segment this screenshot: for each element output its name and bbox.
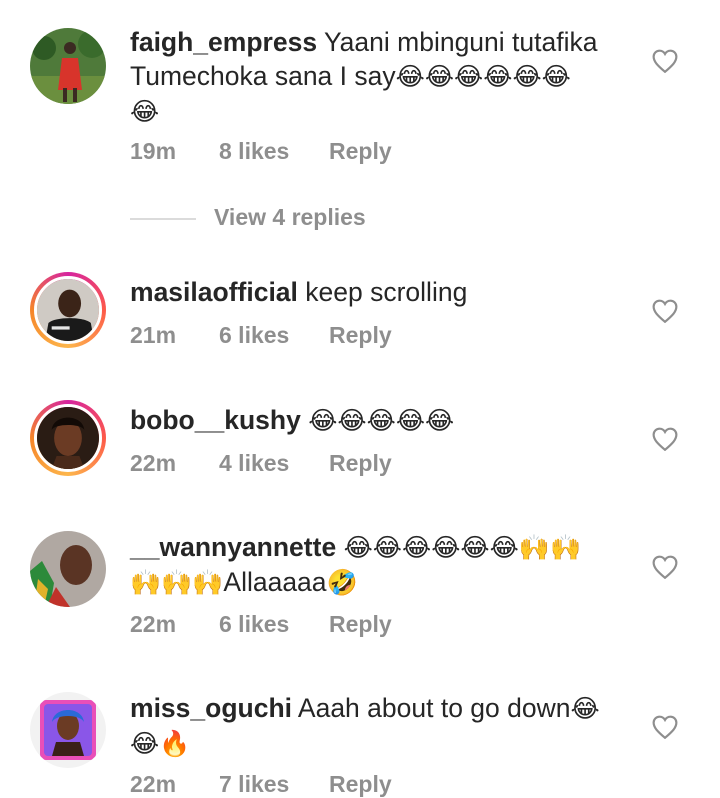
reply-button[interactable]: Reply [329,322,392,349]
comment-emoji: 😂😂😂😂😂😂 [395,62,571,91]
comment-username[interactable]: __wannyannette [130,532,336,562]
comment-emoji: 😂 [130,97,160,126]
comment-meta: 22m 7 likes Reply [130,771,392,798]
comment-time: 22m [130,450,177,476]
comment-text: Allaaaaa [223,567,327,597]
comment-body: masilaofficial keep scrolling [130,275,630,309]
comment-emoji: 😂😂😂😂😂😂🙌🙌 [343,533,582,562]
comment-text: Yaani mbinguni tutafika [323,27,598,57]
reply-button[interactable]: Reply [329,138,392,165]
comment-likes[interactable]: 4 likes [219,450,329,477]
comment-username[interactable]: bobo__kushy [130,405,301,435]
heart-outline-icon[interactable] [652,555,678,579]
comment-time: 21m [130,322,177,348]
heart-outline-icon[interactable] [652,427,678,451]
reply-button[interactable]: Reply [329,611,392,638]
comment-time: 19m [130,138,177,164]
comment-likes[interactable]: 6 likes [219,611,329,638]
replies-divider [130,218,196,220]
avatar-masilaofficial[interactable] [30,272,106,348]
heart-outline-icon[interactable] [652,715,678,739]
comment-emoji: 😂🔥 [130,729,191,758]
comment-text: Tumechoka sana I say [130,61,396,91]
comment-body: __wannyannette 😂😂😂😂😂😂🙌🙌 🙌🙌🙌Allaaaaa🤣 [130,530,630,600]
avatar-faigh-empress[interactable] [30,28,106,104]
avatar-image [34,404,102,472]
heart-outline-icon[interactable] [652,49,678,73]
avatar-wannyannette[interactable] [30,531,106,607]
view-replies-label[interactable]: View 4 replies [214,204,366,231]
avatar-miss-oguchi[interactable] [30,692,106,768]
comment-meta: 21m 6 likes Reply [130,322,392,349]
comment-meta: 19m 8 likes Reply [130,138,392,165]
comment-emoji: 😂 [570,694,600,723]
comment-text: Aaah about to go down [297,693,571,723]
comment-emoji: 😂😂😂😂😂 [308,406,455,435]
comment-likes[interactable]: 8 likes [219,138,329,165]
comment-meta: 22m 4 likes Reply [130,450,392,477]
comment-text: keep scrolling [305,277,468,307]
comment-likes[interactable]: 6 likes [219,322,329,349]
comment-body: miss_oguchi Aaah about to go down😂 😂🔥 [130,691,630,761]
avatar-image [30,692,106,768]
heart-outline-icon[interactable] [652,299,678,323]
comment-username[interactable]: miss_oguchi [130,693,292,723]
reply-button[interactable]: Reply [329,771,392,798]
avatar-image [30,531,106,607]
comment-time: 22m [130,771,177,797]
comment-body: faigh_empress Yaani mbinguni tutafika Tu… [130,25,630,129]
avatar-image [34,276,102,344]
reply-button[interactable]: Reply [329,450,392,477]
comment-emoji: 🤣 [326,568,358,597]
avatar-bobo-kushy[interactable] [30,400,106,476]
comment-emoji: 🙌🙌🙌 [130,568,224,597]
comment-body: bobo__kushy 😂😂😂😂😂 [130,403,630,438]
avatar-image [30,28,106,104]
comment-username[interactable]: faigh_empress [130,27,317,57]
comment-time: 22m [130,611,177,637]
comment-username[interactable]: masilaofficial [130,277,298,307]
comment-meta: 22m 6 likes Reply [130,611,392,638]
comment-likes[interactable]: 7 likes [219,771,329,798]
